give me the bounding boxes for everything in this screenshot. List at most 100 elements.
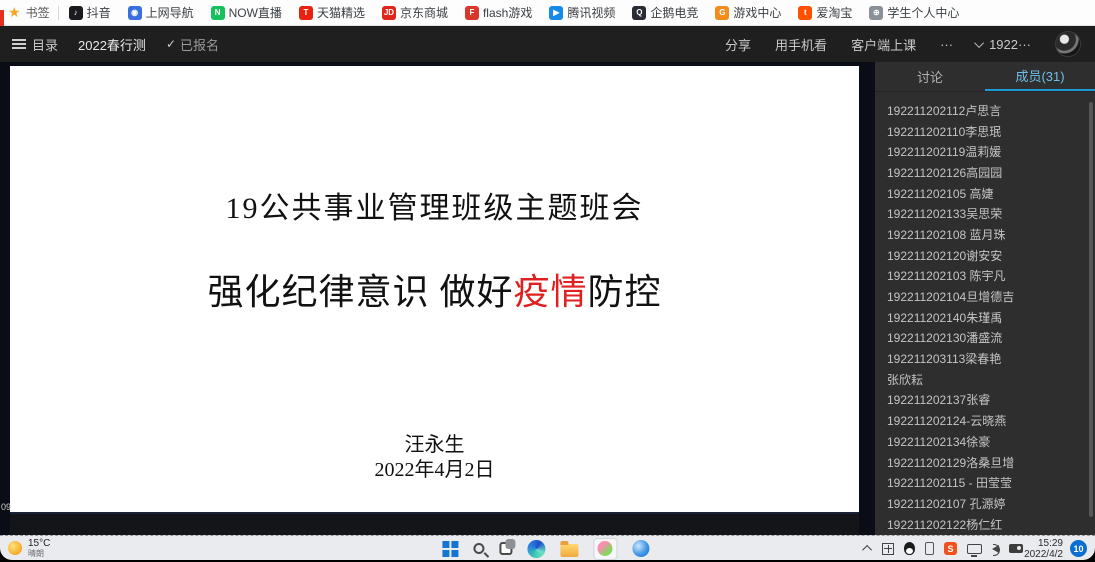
browser-app-button[interactable] — [631, 540, 649, 557]
scrollbar-thumb[interactable] — [1089, 102, 1093, 517]
tab-discussion[interactable]: 讨论 — [875, 62, 985, 91]
bookmark-items: ♪ 抖音 ◉ 上网导航 N NOW直播 T 天猫精选 JD 京东商城 F fla… — [68, 4, 959, 21]
folder-icon — [559, 540, 578, 557]
course-title[interactable]: 2022春行测 — [78, 35, 146, 54]
clock-time: 15:29 — [1037, 538, 1063, 549]
search-icon — [472, 543, 484, 554]
bookmark-item[interactable]: ♪ 抖音 — [68, 4, 111, 21]
penguin-esports-icon: Q — [632, 5, 647, 20]
divider — [57, 5, 59, 20]
member-list-item[interactable]: 192211202137张睿 — [875, 390, 1087, 411]
video-stage: 19公共事业管理班级主题班会 强化纪律意识 做好疫情防控 汪永生 2022年4月… — [0, 62, 875, 535]
start-button[interactable] — [441, 540, 458, 557]
device-tray-button[interactable] — [925, 542, 934, 555]
member-list-item[interactable]: 192211202134徐豪 — [875, 431, 1087, 452]
member-list-item[interactable]: 192211202107 孔源婷 — [875, 493, 1087, 514]
member-list-item[interactable]: 192211202104旦增德吉 — [875, 286, 1087, 307]
task-view-icon — [498, 539, 515, 555]
weather-widget[interactable]: 15°C 晴朗 — [8, 538, 50, 558]
edge-browser-button[interactable] — [526, 539, 545, 558]
chevron-up-icon — [862, 544, 873, 555]
bookmark-label: 爱淘宝 — [816, 6, 853, 20]
account-dropdown[interactable]: 1922··· — [974, 36, 1031, 52]
user-avatar[interactable] — [1055, 31, 1081, 57]
douyin-icon: ♪ — [68, 5, 83, 20]
member-list-item[interactable]: 192211202112卢思言 — [875, 100, 1087, 121]
member-list-item[interactable]: 192211202119温莉媛 — [875, 141, 1087, 162]
subtitle-text: 强化纪律意识 做好 — [207, 272, 514, 312]
student-center-icon: ⊕ — [869, 5, 884, 20]
bookmark-item[interactable]: JD 京东商城 — [381, 4, 448, 21]
slide-canvas: 19公共事业管理班级主题班会 强化纪律意识 做好疫情防控 汪永生 2022年4月… — [10, 66, 859, 512]
member-list-item[interactable]: 192211202130潘盛流 — [875, 328, 1087, 349]
member-list: 192211202112卢思言 192211202110李思珉 19221120… — [875, 100, 1087, 534]
member-list-item[interactable]: 192211202126高园园 — [875, 162, 1087, 183]
qq-tray-button[interactable] — [904, 542, 915, 555]
tray-expand-button[interactable] — [862, 544, 873, 555]
course-toolbar: 目录 2022春行测 ✓ 已报名 分享 用手机看 客户端上课 ··· 1922·… — [0, 26, 1095, 62]
bookmark-item[interactable]: F flash游戏 — [464, 4, 533, 21]
bookmark-item[interactable]: ◉ 上网导航 — [127, 4, 194, 21]
web-nav-icon: ◉ — [127, 5, 142, 20]
member-list-item[interactable]: 192211202129洛桑旦增 — [875, 452, 1087, 473]
bookmark-item[interactable]: T 天猫精选 — [298, 4, 365, 21]
account-label: 1922··· — [989, 36, 1031, 52]
bookmark-item[interactable]: ▶ 腾讯视频 — [549, 4, 615, 21]
bookmark-label: NOW直播 — [228, 6, 282, 20]
notification-badge[interactable]: 10 — [1070, 540, 1087, 557]
weather-temp: 15°C — [28, 538, 51, 549]
task-view-button[interactable] — [498, 539, 515, 555]
bookmark-item[interactable]: Q 企鹅电竞 — [632, 4, 698, 21]
tab-members[interactable]: 成员(31) — [985, 62, 1095, 91]
weather-condition: 晴朗 — [28, 549, 44, 558]
subtitle-highlight: 疫情 — [513, 272, 588, 312]
member-list-item[interactable]: 192211202120谢安安 — [875, 245, 1087, 266]
enrolled-status: ✓ 已报名 — [166, 35, 219, 54]
side-panel: 讨论 成员(31) 192211202112卢思言 192211202110李思… — [875, 62, 1095, 535]
volume-tray-button[interactable] — [992, 543, 1000, 556]
member-list-item[interactable]: 192211202140朱瑾禹 — [875, 307, 1087, 328]
catalog-menu-button[interactable]: 目录 — [12, 35, 58, 54]
open-in-client-button[interactable]: 客户端上课 — [851, 35, 916, 54]
file-explorer-button[interactable] — [559, 540, 578, 557]
member-list-item[interactable]: 192211202133吴思荣 — [875, 203, 1087, 224]
bookmarks-label[interactable]: 书签 — [26, 4, 50, 21]
taskbar-clock[interactable]: 15:29 2022/4/2 — [1024, 538, 1063, 560]
bookmark-label: flash游戏 — [482, 6, 533, 20]
member-list-item[interactable]: 192211202105 高婕 — [875, 183, 1087, 204]
member-list-item[interactable]: 192211202115 - 田莹莹 — [875, 472, 1087, 493]
sogou-input-icon[interactable]: S — [944, 542, 957, 555]
member-list-item[interactable]: 192211202124-云晓燕 — [875, 410, 1087, 431]
member-list-item[interactable]: 张欣耘 — [875, 369, 1087, 390]
bookmark-item[interactable]: G 游戏中心 — [715, 4, 781, 21]
bookmark-item[interactable]: N NOW直播 — [210, 4, 282, 21]
chevron-down-icon — [974, 37, 985, 48]
member-list-item[interactable]: 192211202110李思珉 — [875, 121, 1087, 142]
member-list-item[interactable]: 192211202108 蓝月珠 — [875, 224, 1087, 245]
bookmark-label: 京东商城 — [399, 6, 448, 20]
subtitle-text-end: 防控 — [587, 272, 662, 312]
ime-tray-button[interactable] — [882, 542, 894, 555]
member-list-item[interactable]: 192211203113梁春艳 — [875, 348, 1087, 369]
bookmark-label: 上网导航 — [145, 6, 194, 20]
aitaobao-icon: t — [798, 5, 813, 20]
display-tray-button[interactable] — [967, 543, 982, 557]
camera-tray-button[interactable] — [1009, 544, 1023, 553]
windows-taskbar: 15°C 晴朗 S 15:29 2022/4/2 10 — [0, 535, 1095, 560]
slide-date: 2022年4月2日 — [374, 459, 495, 481]
bookmark-item[interactable]: ⊕ 学生个人中心 — [869, 4, 959, 21]
bookmark-label: 学生个人中心 — [887, 6, 960, 20]
windows-logo-icon — [441, 540, 458, 557]
share-button[interactable]: 分享 — [725, 35, 751, 54]
bookmarks-bar: ★ 书签 ♪ 抖音 ◉ 上网导航 N NOW直播 T 天猫精选 JD 京东商城 … — [0, 0, 1095, 26]
game-center-icon: G — [715, 5, 730, 20]
qq-penguin-icon — [904, 542, 915, 555]
search-button[interactable] — [472, 543, 484, 554]
more-options-button[interactable]: ··· — [940, 37, 953, 52]
jd-icon: JD — [381, 5, 396, 20]
member-list-item[interactable]: 192211202103 陈宇凡 — [875, 266, 1087, 287]
bookmark-item[interactable]: t 爱淘宝 — [798, 4, 852, 21]
watch-on-mobile-button[interactable]: 用手机看 — [775, 35, 827, 54]
member-list-item[interactable]: 192211202122杨仁红 — [875, 514, 1087, 535]
active-classroom-app-button[interactable] — [592, 537, 617, 560]
